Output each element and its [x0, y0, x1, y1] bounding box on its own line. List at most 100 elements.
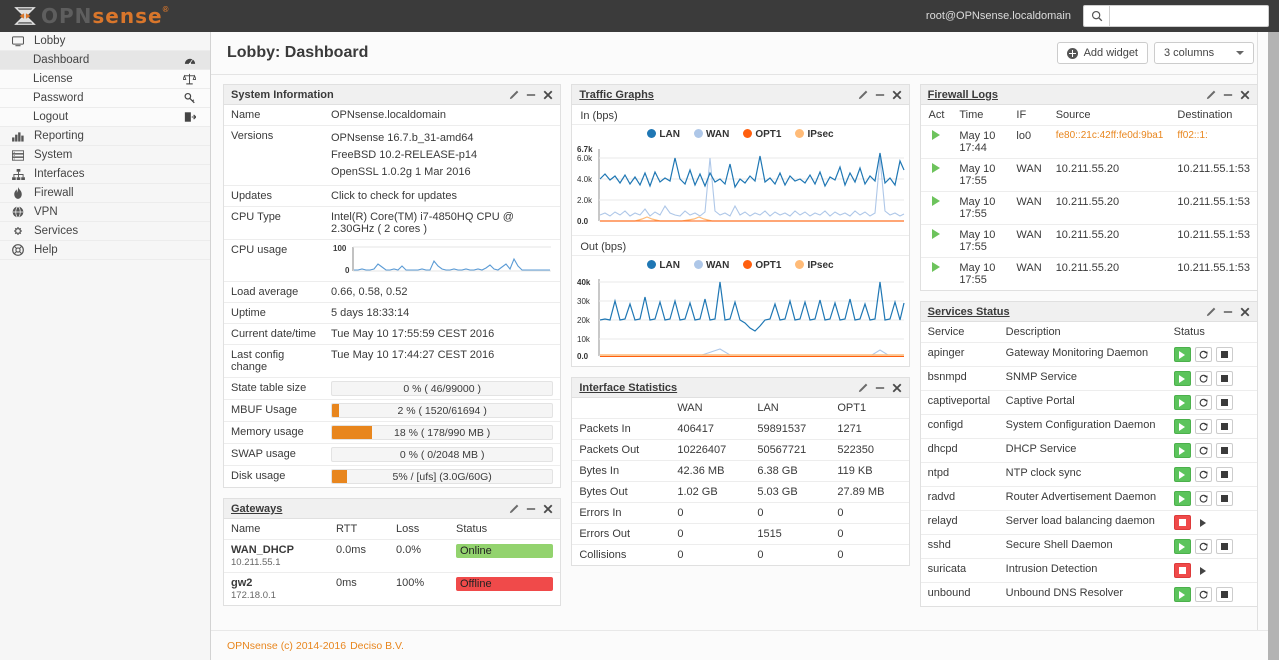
footer-company[interactable]: Deciso B.V.	[350, 640, 404, 652]
panel-title-interface-statistics[interactable]: Interface Statistics	[579, 382, 677, 394]
table-row: Disk usage 5% / [ufs] (3.0G/60G)	[224, 466, 560, 488]
service-running-icon[interactable]	[1173, 587, 1191, 602]
sidebar-item-dashboard[interactable]: Dashboard	[0, 51, 210, 70]
service-stopped-icon[interactable]	[1173, 515, 1191, 530]
service-running-icon[interactable]	[1173, 491, 1191, 506]
service-running-icon[interactable]	[1173, 539, 1191, 554]
globe-icon	[10, 206, 26, 218]
stop-service-button[interactable]	[1215, 587, 1233, 602]
fw-time: May 10 17:55	[952, 158, 1010, 192]
sidebar-item-system[interactable]: System	[0, 146, 210, 165]
pencil-icon[interactable]	[1206, 307, 1216, 317]
col-blank	[572, 398, 671, 419]
panel-title-gateways[interactable]: Gateways	[231, 503, 282, 515]
cell-wan: 10226407	[670, 439, 751, 461]
stop-service-button[interactable]	[1215, 443, 1233, 458]
close-icon[interactable]	[1240, 307, 1250, 317]
fw-act-cell[interactable]	[920, 224, 953, 258]
sidebar-item-lobby[interactable]: Lobby	[0, 32, 210, 51]
fw-act-cell[interactable]	[920, 191, 953, 225]
columns-select[interactable]: 3 columns	[1154, 42, 1254, 64]
minus-icon[interactable]	[1223, 307, 1233, 317]
service-running-icon[interactable]	[1173, 371, 1191, 386]
sidebar-item-vpn[interactable]: VPN	[0, 203, 210, 222]
restart-service-button[interactable]	[1194, 491, 1212, 506]
table-row: captiveportal Captive Portal	[920, 390, 1257, 415]
service-running-icon[interactable]	[1173, 443, 1191, 458]
fw-act-cell[interactable]	[921, 258, 953, 291]
panel-traffic-graphs: Traffic Graphs In (bps) LAN WAN OPT1 IPs…	[571, 84, 910, 367]
service-running-icon[interactable]	[1173, 347, 1191, 362]
minus-icon[interactable]	[526, 504, 536, 514]
key-icon	[184, 92, 196, 104]
panel-title-services-status[interactable]: Services Status	[928, 306, 1010, 318]
fw-act-cell[interactable]	[920, 158, 953, 192]
fw-if: WAN	[1009, 224, 1049, 258]
service-stopped-icon[interactable]	[1173, 563, 1191, 578]
close-icon[interactable]	[892, 90, 902, 100]
stop-service-button[interactable]	[1215, 347, 1233, 362]
close-icon[interactable]	[543, 90, 553, 100]
restart-service-button[interactable]	[1194, 371, 1212, 386]
sidebar-item-services[interactable]: Services	[0, 222, 210, 241]
sidebar-item-password[interactable]: Password	[0, 89, 210, 108]
restart-service-button[interactable]	[1194, 443, 1212, 458]
pencil-icon[interactable]	[858, 383, 868, 393]
sidebar-item-logout[interactable]: Logout	[0, 108, 210, 127]
add-widget-button[interactable]: Add widget	[1056, 42, 1148, 64]
minus-icon[interactable]	[526, 90, 536, 100]
stop-service-button[interactable]	[1215, 395, 1233, 410]
restart-service-button[interactable]	[1194, 419, 1212, 434]
table-row: WAN_DHCP 10.211.55.1 0.0ms 0.0% Online	[224, 539, 561, 574]
service-actions	[1167, 583, 1257, 607]
restart-service-button[interactable]	[1194, 395, 1212, 410]
page-scrollbar[interactable]	[1268, 32, 1279, 660]
sidebar-item-interfaces[interactable]: Interfaces	[0, 165, 210, 184]
sidebar-item-firewall[interactable]: Firewall	[0, 184, 210, 203]
bar-text: 0 % ( 46/99000 )	[403, 382, 481, 395]
traffic-out-chart: LAN WAN OPT1 IPsec 40k 30k 20k 10k 0.0	[572, 256, 908, 366]
minus-icon[interactable]	[1223, 90, 1233, 100]
close-icon[interactable]	[892, 383, 902, 393]
minus-icon[interactable]	[875, 383, 885, 393]
stop-service-button[interactable]	[1215, 371, 1233, 386]
legend-dot	[743, 260, 753, 269]
content-right-edge	[1257, 32, 1268, 660]
table-row: CPU Type Intel(R) Core(TM) i7-4850HQ CPU…	[224, 206, 561, 241]
sidebar-item-reporting[interactable]: Reporting	[0, 127, 210, 146]
close-icon[interactable]	[543, 504, 553, 514]
stop-service-button[interactable]	[1215, 467, 1233, 482]
restart-service-button[interactable]	[1194, 467, 1212, 482]
cell-opt1: 0	[830, 502, 909, 524]
pencil-icon[interactable]	[509, 504, 519, 514]
svg-text:6.0k: 6.0k	[577, 154, 593, 163]
search-input[interactable]	[1109, 5, 1269, 27]
panel-title-traffic-graphs[interactable]: Traffic Graphs	[579, 89, 654, 101]
restart-service-button[interactable]	[1194, 347, 1212, 362]
stop-service-button[interactable]	[1215, 539, 1233, 554]
fw-act-cell[interactable]	[920, 125, 953, 159]
row-value: OPNsense 16.7.b_31-amd64 FreeBSD 10.2-RE…	[324, 125, 561, 187]
minus-icon[interactable]	[875, 90, 885, 100]
brand-logo[interactable]: OPNsense®	[0, 0, 170, 32]
stop-service-button[interactable]	[1215, 491, 1233, 506]
pencil-icon[interactable]	[858, 90, 868, 100]
pencil-icon[interactable]	[1206, 90, 1216, 100]
restart-service-button[interactable]	[1194, 539, 1212, 554]
search-icon[interactable]	[1083, 5, 1109, 27]
service-running-icon[interactable]	[1173, 395, 1191, 410]
panel-title-firewall-logs[interactable]: Firewall Logs	[928, 89, 998, 101]
add-widget-label: Add widget	[1083, 47, 1138, 59]
check-updates-link[interactable]: Click to check for updates	[324, 185, 561, 208]
start-service-button[interactable]	[1194, 563, 1212, 578]
service-name: apinger	[920, 342, 999, 367]
start-service-button[interactable]	[1194, 515, 1212, 530]
stop-service-button[interactable]	[1215, 419, 1233, 434]
restart-service-button[interactable]	[1194, 587, 1212, 602]
close-icon[interactable]	[1240, 90, 1250, 100]
sidebar-item-license[interactable]: License	[0, 70, 210, 89]
sidebar-item-help[interactable]: Help	[0, 241, 210, 260]
service-running-icon[interactable]	[1173, 419, 1191, 434]
service-running-icon[interactable]	[1173, 467, 1191, 482]
pencil-icon[interactable]	[509, 90, 519, 100]
